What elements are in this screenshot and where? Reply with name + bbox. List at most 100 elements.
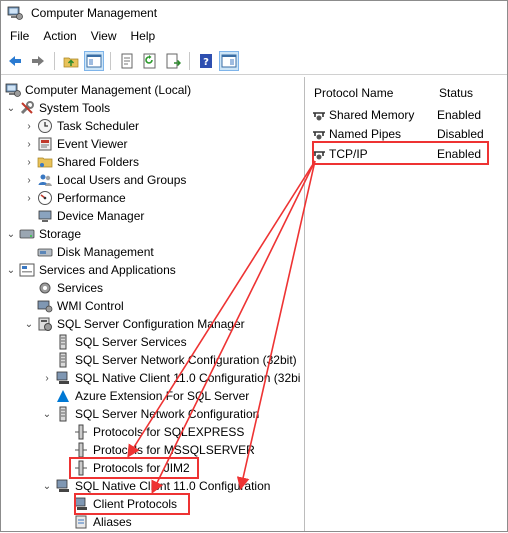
tree-item-system-tools[interactable]: ⌄ System Tools xyxy=(5,99,110,117)
protocol-status: Disabled xyxy=(437,126,484,141)
tree-item-native-client-32[interactable]: › SQL Native Client 11.0 Configuration (… xyxy=(41,369,300,387)
menu-bar: File Action View Help xyxy=(1,25,507,47)
tree-item-protocols-mssqlserver[interactable]: Protocols for MSSQLSERVER xyxy=(71,441,255,459)
sql-server-icon xyxy=(55,406,71,422)
chevron-right-icon[interactable]: › xyxy=(23,189,35,207)
properties-icon[interactable] xyxy=(117,51,137,71)
tree-item-device-manager[interactable]: Device Manager xyxy=(35,207,144,225)
tree-item-wmi-control[interactable]: WMI Control xyxy=(35,297,124,315)
tree-item-event-viewer[interactable]: › Event Viewer xyxy=(23,135,127,153)
tree-label: Services xyxy=(57,281,104,295)
chevron-right-icon[interactable]: › xyxy=(23,153,35,171)
tree-label: Protocols for MSSQLSERVER xyxy=(93,443,255,457)
app-window: Computer Management File Action View Hel… xyxy=(0,0,508,532)
up-folder-icon[interactable] xyxy=(61,51,81,71)
tree-label: Event Viewer xyxy=(57,137,128,151)
tree-item-task-scheduler[interactable]: › Task Scheduler xyxy=(23,117,139,135)
tree-item-services[interactable]: Services xyxy=(35,279,103,297)
protocol-status: Enabled xyxy=(437,146,482,161)
sql-server-icon xyxy=(55,352,71,368)
performance-icon xyxy=(37,190,53,206)
tree-item-sql-net-config-32[interactable]: SQL Server Network Configuration (32bit) xyxy=(53,351,297,369)
protocols-icon xyxy=(73,460,89,476)
tree-item-performance[interactable]: › Performance xyxy=(23,189,126,207)
client-protocols-icon xyxy=(73,496,89,512)
list-item[interactable]: Shared Memory Enabled xyxy=(305,105,507,124)
column-header-status[interactable]: Status xyxy=(439,86,473,100)
protocol-icon xyxy=(313,112,325,121)
chevron-down-icon[interactable]: ⌄ xyxy=(23,315,35,333)
chevron-down-icon[interactable]: ⌄ xyxy=(5,99,17,117)
storage-icon xyxy=(19,226,35,242)
tree-item-aliases[interactable]: Aliases xyxy=(71,513,132,531)
forward-icon[interactable] xyxy=(28,51,48,71)
gear-icon xyxy=(37,280,53,296)
tree-label: SQL Server Configuration Manager xyxy=(57,317,245,331)
title-bar: Computer Management xyxy=(1,1,507,25)
tools-icon xyxy=(19,100,35,116)
native-client-icon xyxy=(55,478,71,494)
tree-item-services-apps[interactable]: ⌄ Services and Applications xyxy=(5,261,176,279)
chevron-down-icon[interactable]: ⌄ xyxy=(5,225,17,243)
tree-item-shared-folders[interactable]: › Shared Folders xyxy=(23,153,139,171)
svg-text:?: ? xyxy=(203,57,209,68)
content-area: Computer Management (Local) ⌄ System Too… xyxy=(1,77,507,531)
detail-pane: Protocol Name Status Shared Memory Enabl… xyxy=(305,77,507,531)
chevron-down-icon[interactable]: ⌄ xyxy=(41,477,53,495)
tree-item-client-protocols[interactable]: Client Protocols xyxy=(71,495,177,513)
chevron-down-icon[interactable]: ⌄ xyxy=(5,261,17,279)
azure-icon xyxy=(55,388,71,404)
show-hide-tree-icon[interactable] xyxy=(84,50,104,71)
tree-label: Task Scheduler xyxy=(57,119,140,133)
toolbar-separator xyxy=(110,51,111,70)
protocol-status: Enabled xyxy=(437,107,482,122)
chevron-right-icon[interactable]: › xyxy=(23,171,35,189)
device-manager-icon xyxy=(37,208,53,224)
tree-label: System Tools xyxy=(39,101,111,115)
tree-label: Protocols for JIM2 xyxy=(93,461,190,475)
menu-help[interactable]: Help xyxy=(124,25,163,47)
chevron-right-icon[interactable]: › xyxy=(41,369,53,387)
toolbar-separator xyxy=(189,51,190,70)
tree-label: SQL Server Network Configuration (32bit) xyxy=(75,353,297,367)
help-icon[interactable]: ? xyxy=(196,51,216,71)
refresh-icon[interactable] xyxy=(140,51,160,71)
tree-item-sql-server-services[interactable]: SQL Server Services xyxy=(53,333,187,351)
menu-file[interactable]: File xyxy=(3,25,36,47)
tree-item-protocols-jim2[interactable]: Protocols for JIM2 xyxy=(71,459,190,477)
tree-label: Computer Management (Local) xyxy=(25,83,192,97)
column-header-protocol-name[interactable]: Protocol Name xyxy=(314,86,393,100)
toolbar-separator xyxy=(54,51,55,70)
tree-label: SQL Server Network Configuration xyxy=(75,407,260,421)
tree-item-sql-config-manager[interactable]: ⌄ SQL Server Configuration Manager xyxy=(23,315,245,333)
chevron-right-icon[interactable]: › xyxy=(23,135,35,153)
list-item[interactable]: TCP/IP Enabled xyxy=(305,144,507,163)
tree-label: WMI Control xyxy=(57,299,124,313)
sql-config-icon xyxy=(37,316,53,332)
tree-label: Disk Management xyxy=(57,245,154,259)
window-title: Computer Management xyxy=(31,6,158,20)
tree-label: SQL Native Client 11.0 Configuration (32… xyxy=(75,371,301,385)
back-icon[interactable] xyxy=(5,51,25,71)
tree-label: Performance xyxy=(57,191,126,205)
tree-item-disk-management[interactable]: Disk Management xyxy=(35,243,154,261)
tree-item-local-users[interactable]: › Local Users and Groups xyxy=(23,171,186,189)
menu-action[interactable]: Action xyxy=(36,25,83,47)
tree-item-azure-extension[interactable]: Azure Extension For SQL Server xyxy=(53,387,249,405)
tree-item-protocols-sqlexpress[interactable]: Protocols for SQLEXPRESS xyxy=(71,423,244,441)
tree-item-sql-net-config[interactable]: ⌄ SQL Server Network Configuration xyxy=(41,405,259,423)
tree-item-native-client[interactable]: ⌄ SQL Native Client 11.0 Configuration xyxy=(41,477,271,495)
show-action-pane-icon[interactable] xyxy=(219,50,239,71)
aliases-icon xyxy=(73,514,89,530)
menu-view[interactable]: View xyxy=(84,25,124,47)
export-icon[interactable] xyxy=(163,51,183,71)
protocols-icon xyxy=(73,424,89,440)
chevron-down-icon[interactable]: ⌄ xyxy=(41,405,53,423)
chevron-right-icon[interactable]: › xyxy=(23,117,35,135)
tree-item-storage[interactable]: ⌄ Storage xyxy=(5,225,81,243)
tree-label: Storage xyxy=(39,227,82,241)
protocol-name: Shared Memory xyxy=(329,107,415,122)
clock-icon xyxy=(37,118,53,134)
list-item[interactable]: Named Pipes Disabled xyxy=(305,124,507,143)
tree-item-root[interactable]: Computer Management (Local) xyxy=(3,81,191,99)
